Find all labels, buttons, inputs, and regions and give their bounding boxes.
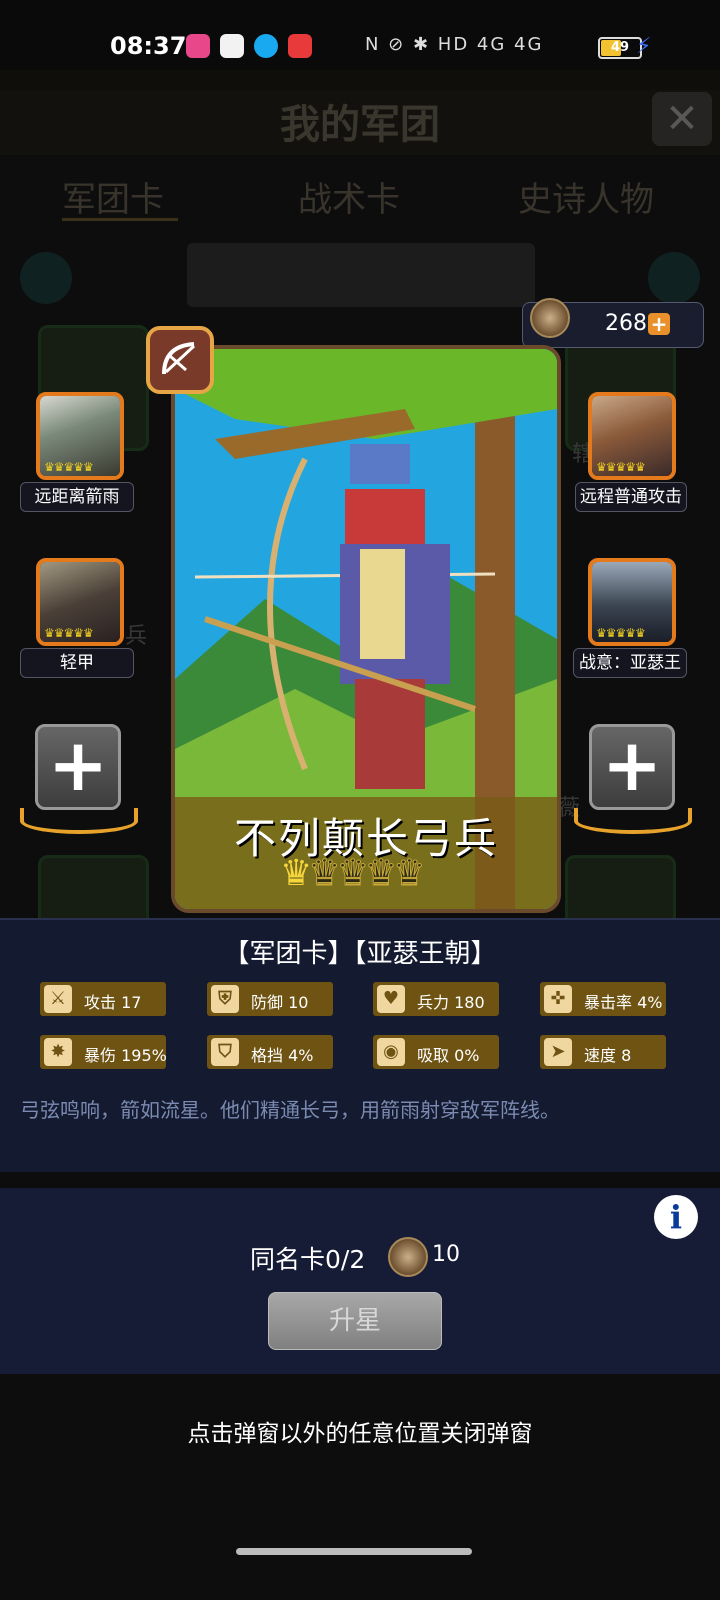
skill-label: 战意：亚瑟王 xyxy=(573,648,687,678)
filter-button[interactable] xyxy=(648,252,700,304)
stat-troops: ♥ 兵力 180 xyxy=(373,982,499,1016)
tab-tactic-cards[interactable]: 战术卡 xyxy=(298,172,400,221)
skill-crowns: ♛♛♛♛♛ xyxy=(44,626,94,640)
stat-speed: ➤ 速度 8 xyxy=(540,1035,666,1069)
page-title: 我的军团 xyxy=(280,102,440,148)
slot-glow xyxy=(574,808,692,834)
bg-card-label: 兵 xyxy=(125,624,148,649)
heart-icon: ♥ xyxy=(377,985,405,1013)
legion-card: 不列颠长弓兵 ♛♛♛♛♛ xyxy=(171,345,561,913)
close-hint[interactable]: 点击弹窗以外的任意位置关闭弹窗 xyxy=(0,1414,720,1448)
crown-icon: ♛ xyxy=(393,853,426,895)
close-icon[interactable]: ✕ xyxy=(652,92,712,146)
card-star-rating: ♛♛♛♛♛ xyxy=(280,853,426,895)
duplicate-count: 同名卡0/2 xyxy=(250,1245,366,1274)
flavor-text: 弓弦鸣响，箭如流星。他们精通长弓，用箭雨射穿敌军阵线。 xyxy=(20,1098,560,1122)
redbook-icon xyxy=(288,34,312,58)
stat-block: ⛉ 格挡 4% xyxy=(207,1035,333,1069)
add-skill-button[interactable]: + xyxy=(35,724,121,810)
crown-icon: ♛ xyxy=(364,853,397,895)
card-type: 【军团卡】【亚瑟王朝】 xyxy=(223,939,497,969)
stat-absorb: ◉ 吸取 0% xyxy=(373,1035,499,1069)
qq-icon xyxy=(254,34,278,58)
skill-label: 远程普通攻击 xyxy=(575,482,687,512)
block-icon: ⛉ xyxy=(211,1038,239,1066)
skill-slot-king-arthur-will[interactable]: ♛♛♛♛♛ xyxy=(588,558,676,646)
gesture-nav-bar[interactable] xyxy=(236,1548,472,1555)
info-icon[interactable]: i xyxy=(654,1195,698,1239)
shield-icon: ⛨ xyxy=(211,985,239,1013)
system-icons: N ⊘ ✱ HD 4G 4G xyxy=(365,34,544,55)
sword-icon: ⚔ xyxy=(44,985,72,1013)
stat-crit-damage: ✸ 暴伤 195% xyxy=(40,1035,167,1069)
tab-legion-cards[interactable]: 军团卡 xyxy=(62,172,164,221)
upgrade-star-button[interactable]: 升星 xyxy=(268,1292,442,1350)
tab-epic-characters[interactable]: 史诗人物 xyxy=(518,172,654,221)
crest-icon xyxy=(530,298,570,338)
skill-slot-light-armor[interactable]: ♛♛♛♛♛ xyxy=(36,558,124,646)
skill-label: 轻甲 xyxy=(20,648,134,678)
speed-icon: ➤ xyxy=(544,1038,572,1066)
wallet-app-icon xyxy=(220,34,244,58)
bow-icon xyxy=(146,326,214,394)
search-input[interactable] xyxy=(187,243,535,307)
add-skill-button[interactable]: + xyxy=(589,724,675,810)
list-view-button[interactable] xyxy=(20,252,72,304)
stat-attack: ⚔ 攻击 17 xyxy=(40,982,166,1016)
burst-icon: ✸ xyxy=(44,1038,72,1066)
slot-glow xyxy=(20,808,138,834)
skill-crowns: ♛♛♛♛♛ xyxy=(596,460,646,474)
skill-crowns: ♛♛♛♛♛ xyxy=(44,460,94,474)
upgrade-cost: 10 xyxy=(432,1242,460,1267)
absorb-icon: ◉ xyxy=(377,1038,405,1066)
stat-defense: ⛨ 防御 10 xyxy=(207,982,333,1016)
tab-underline xyxy=(62,218,178,221)
skill-slot-ranged-attack[interactable]: ♛♛♛♛♛ xyxy=(588,392,676,480)
crown-icon: ♛ xyxy=(308,853,341,895)
skill-label: 远距离箭雨 xyxy=(20,482,134,512)
stat-crit-rate: ✜ 暴击率 4% xyxy=(540,982,666,1016)
skill-slot-arrow-rain[interactable]: ♛♛♛♛♛ xyxy=(36,392,124,480)
skill-crowns: ♛♛♛♛♛ xyxy=(596,626,646,640)
crown-icon: ♛ xyxy=(336,853,369,895)
add-currency-button[interactable]: + xyxy=(648,313,670,335)
crown-icon: ♛ xyxy=(280,853,312,894)
crest-icon xyxy=(388,1237,428,1277)
app-notification-icon xyxy=(186,34,210,58)
status-time: 08:37 xyxy=(110,32,187,60)
currency-value: 268 xyxy=(605,311,647,336)
charging-icon: ⚡ xyxy=(636,34,652,59)
crosshair-icon: ✜ xyxy=(544,985,572,1013)
